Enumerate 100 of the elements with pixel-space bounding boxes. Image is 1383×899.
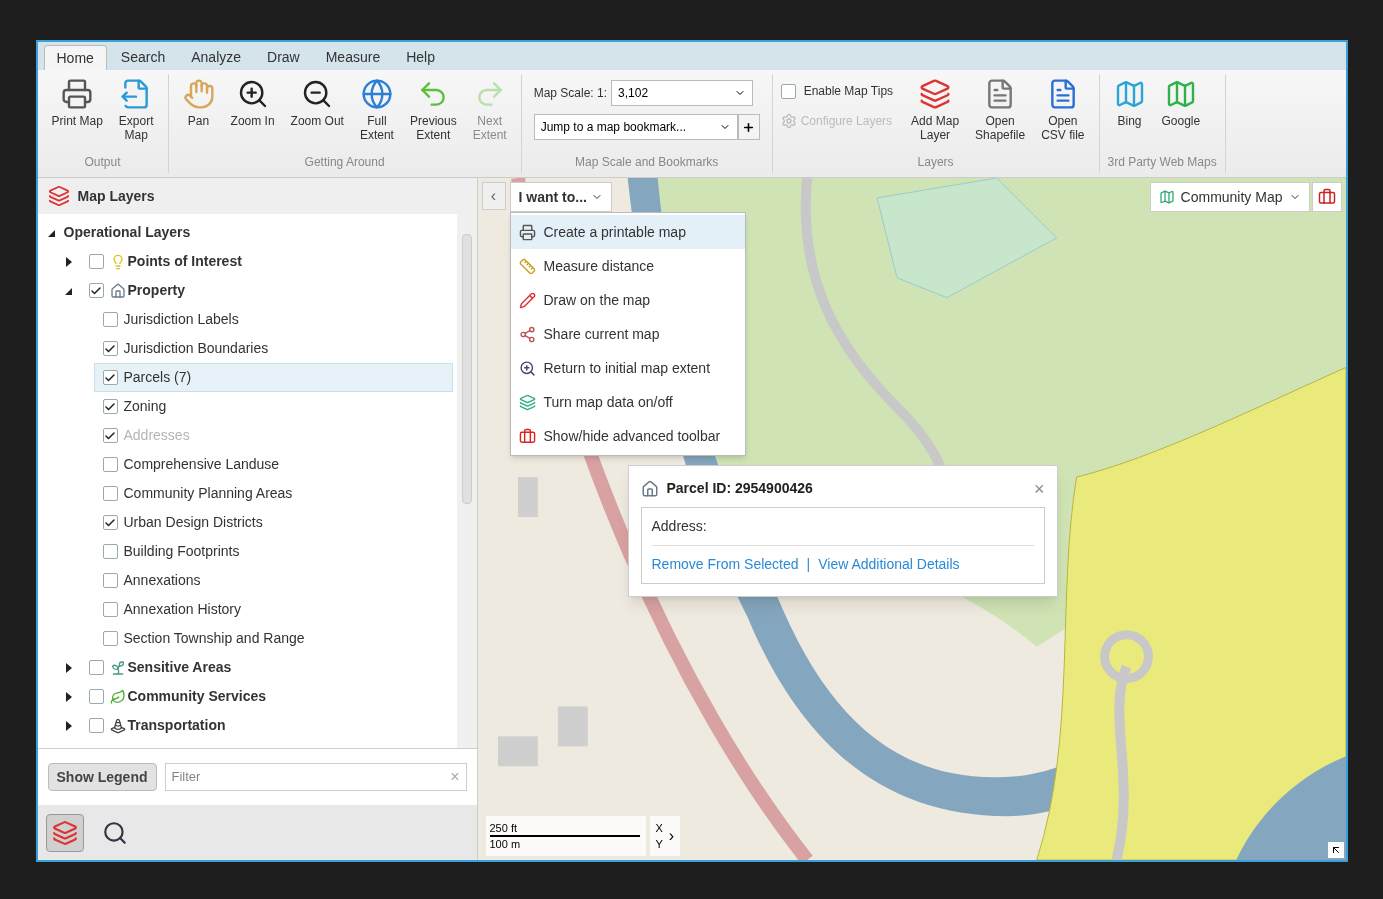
remove-link[interactable]: Remove From Selected bbox=[651, 554, 799, 575]
tree-row[interactable]: Annexations bbox=[93, 566, 453, 595]
ribbon-tab[interactable]: Search bbox=[108, 45, 178, 70]
layer-label: Building Footprints bbox=[123, 542, 240, 561]
pencil-icon bbox=[518, 291, 536, 309]
ribbon-tab[interactable]: Home bbox=[43, 45, 107, 70]
menu-item[interactable]: Draw on the map bbox=[510, 283, 745, 317]
i-want-to-button[interactable]: I want to... bbox=[509, 182, 612, 212]
layers-icon bbox=[47, 185, 70, 207]
group-title: Layers bbox=[916, 154, 955, 171]
checkbox[interactable] bbox=[102, 341, 118, 356]
checkbox[interactable] bbox=[102, 399, 118, 414]
tree-row[interactable]: Sensitive Areas bbox=[37, 653, 457, 682]
checkbox[interactable] bbox=[102, 602, 118, 617]
checkbox[interactable] bbox=[88, 718, 104, 733]
house-icon bbox=[109, 282, 126, 299]
tree-row[interactable]: Jurisdiction Labels bbox=[93, 305, 453, 334]
back-button[interactable]: ‹ bbox=[481, 182, 506, 210]
ribbon-button[interactable]: Bing bbox=[1107, 74, 1152, 128]
tree-row[interactable]: Urban Design Districts bbox=[93, 508, 453, 537]
tree-row[interactable]: Property bbox=[37, 276, 457, 305]
scrollbar[interactable] bbox=[456, 214, 477, 748]
plus-icon bbox=[742, 120, 756, 134]
checkbox[interactable] bbox=[102, 515, 118, 530]
checkbox[interactable] bbox=[102, 312, 118, 327]
ribbon-button[interactable]: Previous Extent bbox=[403, 74, 463, 142]
show-legend-button[interactable]: Show Legend bbox=[47, 763, 157, 791]
checkbox[interactable] bbox=[102, 544, 118, 559]
menu-item[interactable]: Return to initial map extent bbox=[510, 351, 745, 385]
checkbox[interactable] bbox=[102, 486, 118, 501]
expand-arrow[interactable]: › bbox=[668, 824, 675, 848]
ribbon-tab[interactable]: Analyze bbox=[179, 45, 254, 70]
ruler-icon bbox=[518, 257, 536, 275]
checkbox[interactable] bbox=[780, 83, 796, 99]
ribbon-tab[interactable]: Help bbox=[394, 45, 447, 70]
menu-item[interactable]: Turn map data on/off bbox=[510, 385, 745, 419]
tree-row[interactable]: Community Planning Areas bbox=[93, 479, 453, 508]
layer-label: Annexations bbox=[123, 571, 201, 590]
cone-icon bbox=[109, 717, 126, 734]
checkbox[interactable] bbox=[102, 370, 118, 385]
expand-triangle-icon[interactable] bbox=[64, 256, 73, 267]
address-label: Address: bbox=[651, 516, 1034, 546]
ribbon-button[interactable]: Open Shapefile bbox=[969, 74, 1032, 142]
ribbon-button[interactable]: Export Map bbox=[112, 74, 160, 142]
layer-label: Comprehensive Landuse bbox=[123, 455, 280, 474]
zoom-icon bbox=[518, 359, 536, 377]
bookmark-dropdown[interactable]: Jump to a map bookmark... bbox=[533, 114, 738, 140]
ribbon-button[interactable]: Zoom Out bbox=[284, 74, 350, 128]
tree-row[interactable]: Parcels (7) bbox=[93, 363, 453, 392]
ribbon-button[interactable]: Print Map bbox=[45, 74, 109, 128]
expand-triangle-icon[interactable] bbox=[64, 720, 73, 731]
tree-row[interactable]: Zoning bbox=[93, 392, 453, 421]
layer-group-label: Property bbox=[127, 281, 186, 300]
layer-label: Parcels (7) bbox=[123, 368, 192, 387]
details-link[interactable]: View Additional Details bbox=[818, 554, 960, 575]
ribbon-button[interactable]: Google bbox=[1155, 74, 1207, 128]
tree-row[interactable]: Comprehensive Landuse bbox=[93, 450, 453, 479]
checkbox[interactable] bbox=[88, 283, 104, 298]
layers-tab[interactable] bbox=[45, 813, 84, 852]
checkbox[interactable] bbox=[88, 254, 104, 269]
tree-row[interactable]: Section Township and Range bbox=[93, 624, 453, 653]
gear-icon bbox=[780, 113, 797, 129]
checkbox[interactable] bbox=[88, 689, 104, 704]
layer-label: Section Township and Range bbox=[123, 629, 305, 648]
ribbon-button[interactable]: Full Extent bbox=[353, 74, 400, 142]
printer-icon bbox=[518, 223, 536, 241]
layer-label: Jurisdiction Labels bbox=[123, 310, 239, 329]
tree-row[interactable]: Points of Interest bbox=[37, 247, 457, 276]
panel-title: Map Layers bbox=[77, 186, 155, 206]
tree-row[interactable]: Building Footprints bbox=[93, 537, 453, 566]
add-bookmark-button[interactable] bbox=[737, 114, 760, 140]
expand-triangle-icon[interactable] bbox=[64, 691, 73, 702]
scale-dropdown[interactable]: 3,102 bbox=[611, 80, 754, 106]
menu-item[interactable]: Measure distance bbox=[510, 249, 745, 283]
basemap-dropdown[interactable]: Community Map bbox=[1149, 182, 1310, 212]
toolbox-button[interactable] bbox=[1311, 182, 1342, 212]
layer-label: Addresses bbox=[123, 426, 190, 445]
menu-item[interactable]: Share current map bbox=[510, 317, 745, 351]
ribbon-button[interactable]: Add Map Layer bbox=[905, 74, 966, 142]
checkbox[interactable] bbox=[88, 660, 104, 675]
tree-row[interactable]: Community Services bbox=[37, 682, 457, 711]
checkbox[interactable] bbox=[102, 457, 118, 472]
printer-icon bbox=[61, 78, 94, 110]
tree-root-label: Operational Layers bbox=[63, 223, 191, 242]
menu-item[interactable]: Show/hide advanced toolbar bbox=[510, 419, 745, 453]
ribbon-tab[interactable]: Measure bbox=[313, 45, 393, 70]
ribbon-button[interactable]: Open CSV file bbox=[1035, 74, 1091, 142]
tree-row[interactable]: Jurisdiction Boundaries bbox=[93, 334, 453, 363]
expand-triangle-icon[interactable] bbox=[64, 662, 73, 673]
tree-row[interactable]: Annexation History bbox=[93, 595, 453, 624]
ribbon-button[interactable]: Pan bbox=[176, 74, 221, 128]
tree-row[interactable]: Transportation bbox=[37, 711, 457, 740]
popup-title: Parcel ID: 2954900426 bbox=[666, 479, 814, 498]
checkbox[interactable] bbox=[102, 573, 118, 588]
layers-icon bbox=[518, 393, 536, 411]
ribbon-tab[interactable]: Draw bbox=[255, 45, 312, 70]
ribbon-button[interactable]: Zoom In bbox=[224, 74, 281, 128]
close-button[interactable]: × bbox=[1034, 479, 1045, 498]
checkbox[interactable] bbox=[102, 631, 118, 646]
menu-item[interactable]: Create a printable map bbox=[510, 215, 745, 249]
